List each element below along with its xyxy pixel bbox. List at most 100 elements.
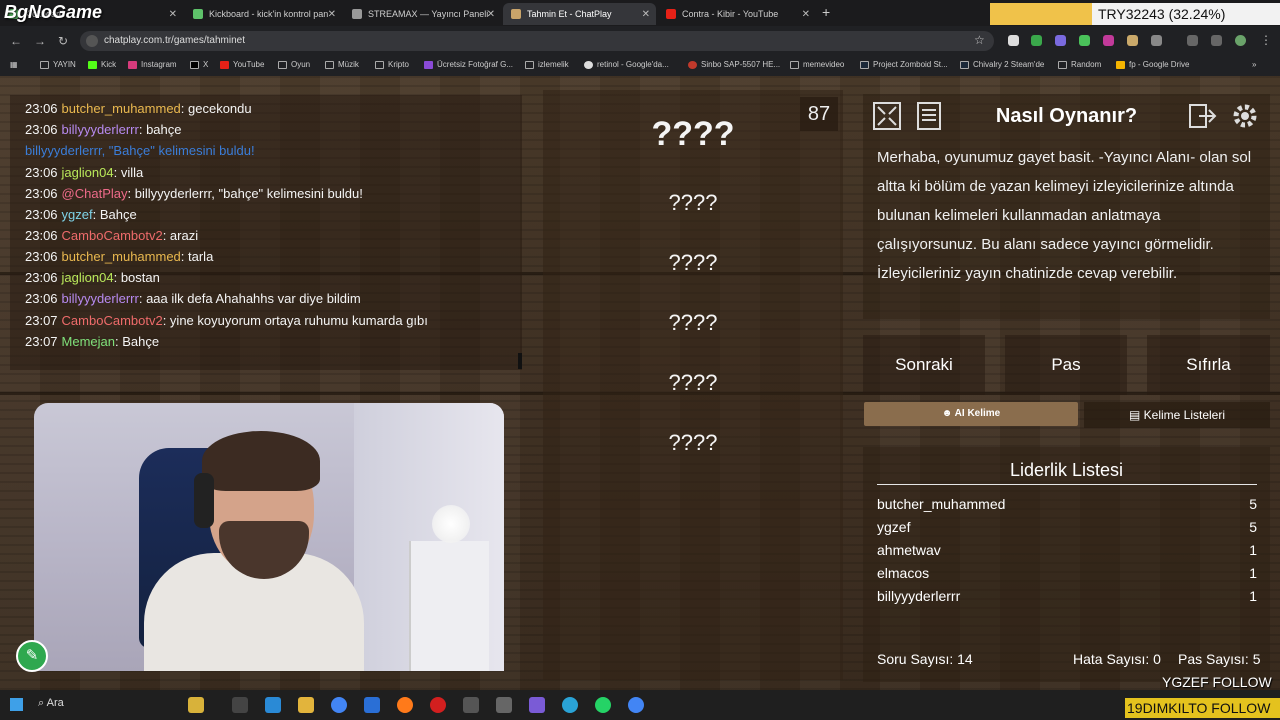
bookmark-folder[interactable]: izlemelik <box>525 60 569 69</box>
whatsapp-icon[interactable] <box>595 697 611 713</box>
bookmark[interactable]: Ücretsiz Fotoğraf G... <box>424 60 513 69</box>
bookmark[interactable]: Instagram <box>128 60 177 69</box>
streamer-hair <box>202 431 320 491</box>
extension-icon[interactable] <box>1008 35 1019 46</box>
player-score: 5 <box>1249 496 1257 512</box>
globe-icon <box>352 9 362 19</box>
opera-icon[interactable] <box>430 697 446 713</box>
bookmark[interactable]: retinol - Google'da... <box>584 60 669 69</box>
bookmark-folder[interactable]: Random <box>1058 60 1101 69</box>
forbidden-word: ???? <box>668 310 718 335</box>
instagram-icon <box>128 60 137 69</box>
reset-button[interactable]: Sıfırla <box>1147 335 1270 395</box>
chat-username: Memejan <box>61 334 116 349</box>
bookmark[interactable]: X <box>190 60 208 69</box>
folder-icon <box>40 60 49 69</box>
profile-avatar[interactable] <box>1235 35 1246 46</box>
file-explorer-icon[interactable] <box>298 697 314 713</box>
leaderboard-title: Liderlik Listesi <box>1009 460 1124 480</box>
reload-icon[interactable]: ↻ <box>58 34 68 48</box>
menu-kebab-icon[interactable]: ⋮ <box>1260 33 1272 47</box>
leaderboard-row: ygzef 5 <box>877 519 1257 535</box>
tab-streamax[interactable]: STREAMAX — Yayıncı Paneli ✕ <box>344 3 501 25</box>
settings-gear-icon[interactable] <box>1230 100 1260 132</box>
close-icon[interactable]: ✕ <box>328 9 336 20</box>
apps-grid-icon[interactable]: ▦ <box>10 60 18 69</box>
pencil-icon[interactable]: ✎ <box>16 640 48 672</box>
bookmark-folder[interactable]: YAYIN <box>40 60 76 69</box>
extension-icon[interactable] <box>1127 35 1138 46</box>
bookmark-folder[interactable]: Kripto <box>375 60 409 69</box>
exit-icon[interactable] <box>1187 100 1217 132</box>
close-icon[interactable]: ✕ <box>487 9 495 20</box>
close-icon[interactable]: ✕ <box>642 9 650 20</box>
chat-username: CamboCambotv2 <box>61 228 163 243</box>
extensions-puzzle-icon[interactable] <box>1151 35 1162 46</box>
bookmark-folder[interactable]: Oyun <box>278 60 310 69</box>
discord-icon[interactable] <box>529 697 545 713</box>
chrome-active-icon[interactable] <box>628 697 644 713</box>
more-bookmarks-icon[interactable]: » <box>1252 60 1256 69</box>
copilot-icon[interactable] <box>188 697 204 713</box>
extension-icon[interactable] <box>1079 35 1090 46</box>
chat-message: 23:06 billyyyderlerrr: aaa ilk defa Ahaha… <box>25 291 361 306</box>
close-icon[interactable]: ✕ <box>169 9 177 20</box>
youtube-icon <box>666 9 676 19</box>
bookmark-folder[interactable]: Müzik <box>325 60 359 69</box>
tab-youtube[interactable]: Contra - Kibir - YouTube ✕ <box>658 3 816 25</box>
extension-icon[interactable] <box>1103 35 1114 46</box>
player-score: 1 <box>1249 588 1257 604</box>
bookmark[interactable]: YouTube <box>220 60 264 69</box>
outlook-icon[interactable] <box>364 697 380 713</box>
extension-icon[interactable] <box>1055 35 1066 46</box>
photo-icon <box>424 60 433 69</box>
url-text: chatplay.com.tr/games/tahminet <box>104 35 245 46</box>
player-name: ahmetwav <box>877 542 941 558</box>
follow-alert: YGZEF FOLLOW <box>1162 674 1272 690</box>
ai-word-button[interactable]: ☻ AI Kelime <box>864 402 1078 426</box>
tab-tahmin-et[interactable]: Tahmin Et - ChatPlay ✕ <box>503 3 656 25</box>
bookmark[interactable]: Chivalry 2 Steam'de <box>960 60 1044 69</box>
chat-message: 23:06 @ChatPlay: billyyyderlerrr, "bahçe"… <box>25 186 363 201</box>
telegram-icon[interactable] <box>562 697 578 713</box>
leaderboard-row: butcher_muhammed 5 <box>877 496 1257 512</box>
player-name: billyyyderlerrr <box>877 588 961 604</box>
windows-start-icon[interactable] <box>10 698 23 711</box>
ai-word-label: AI Kelime <box>954 408 1001 419</box>
settings-sliders-icon[interactable] <box>1211 35 1222 46</box>
obs-icon[interactable] <box>463 697 479 713</box>
settings-icon[interactable] <box>496 697 512 713</box>
player-name: elmacos <box>877 565 930 581</box>
chat-username: ygzef <box>61 207 93 222</box>
pass-button[interactable]: Pas <box>1005 335 1127 395</box>
kick-icon <box>88 60 97 69</box>
tab-kickboard-panel[interactable]: Kickboard - kick'in kontrol pan ✕ <box>185 3 342 25</box>
next-button[interactable]: Sonraki <box>863 335 985 395</box>
extension-icon[interactable] <box>1031 35 1042 46</box>
new-tab-button[interactable]: + <box>822 4 830 20</box>
edge-icon[interactable] <box>265 697 281 713</box>
task-view-icon[interactable] <box>232 697 248 713</box>
site-info-icon[interactable] <box>86 35 98 47</box>
forward-icon[interactable]: → <box>34 34 46 48</box>
bookmark[interactable]: fp - Google Drive <box>1116 60 1189 69</box>
bookmark[interactable]: Kick <box>88 60 116 69</box>
back-icon[interactable]: ← <box>10 34 22 48</box>
download-icon[interactable] <box>1187 35 1198 46</box>
chrome-icon[interactable] <box>331 697 347 713</box>
youtube-icon <box>220 60 229 69</box>
bookmark-star-icon[interactable]: ☆ <box>974 33 985 47</box>
address-bar[interactable]: chatplay.com.tr/games/tahminet <box>80 31 994 51</box>
store-icon <box>688 60 697 69</box>
taskbar-search[interactable]: ⌕ Ara <box>38 697 64 710</box>
chat-username: billyyyderlerrr <box>61 122 139 137</box>
chat-message: 23:07 CamboCambotv2: yine koyuyorum ortay… <box>25 313 428 328</box>
bookmark-folder[interactable]: memevideo <box>790 60 844 69</box>
close-icon[interactable]: ✕ <box>802 9 810 20</box>
chat-scrollbar[interactable] <box>518 353 522 369</box>
try-badge <box>990 3 1092 25</box>
bookmark[interactable]: Project Zomboid St... <box>860 60 948 69</box>
firefox-icon[interactable] <box>397 697 413 713</box>
word-lists-button[interactable]: ▤ Kelime Listeleri <box>1084 402 1270 428</box>
bookmark[interactable]: Sinbo SAP-5507 HE... <box>688 60 780 69</box>
